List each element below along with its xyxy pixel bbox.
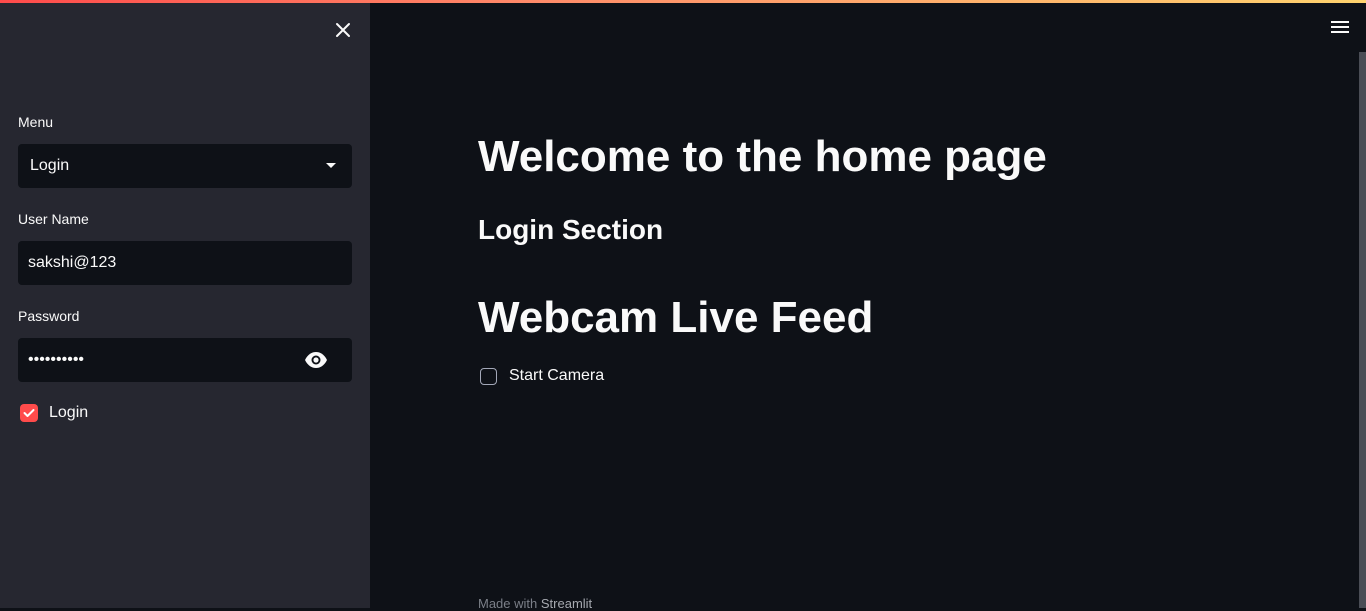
eye-icon <box>305 352 327 368</box>
menu-label: Menu <box>18 114 54 130</box>
scrollbar[interactable] <box>1359 52 1366 608</box>
username-input[interactable]: sakshi@123 <box>18 241 352 285</box>
password-label: Password <box>18 308 80 324</box>
login-section-heading: Login Section <box>478 214 664 245</box>
hamburger-menu-icon <box>1331 21 1349 33</box>
username-value: sakshi@123 <box>28 254 117 271</box>
menu-selected-value: Login <box>30 157 70 174</box>
top-decoration-bar <box>0 0 1366 3</box>
check-icon <box>23 409 35 417</box>
close-sidebar-button[interactable] <box>333 20 353 40</box>
footer-brand-link[interactable]: Streamlit <box>541 596 592 611</box>
login-checkbox-box[interactable] <box>20 404 38 422</box>
login-checkbox-label: Login <box>49 404 89 421</box>
webcam-heading: Webcam Live Feed <box>478 293 874 342</box>
close-icon <box>336 23 350 37</box>
password-value: •••••••••• <box>28 351 85 368</box>
chevron-down-icon <box>326 163 336 168</box>
page-title: Welcome to the home page <box>478 132 1047 181</box>
start-camera-checkbox-box[interactable] <box>480 367 497 385</box>
sidebar: Menu Login User Name sakshi@123 Password… <box>0 0 370 608</box>
password-input[interactable]: •••••••••• <box>18 338 352 382</box>
main-menu-button[interactable] <box>1331 21 1349 35</box>
show-password-button[interactable] <box>304 351 328 369</box>
start-camera-checkbox[interactable]: Start Camera <box>480 367 604 385</box>
menu-select[interactable]: Login <box>18 144 352 188</box>
username-label: User Name <box>18 211 89 227</box>
footer: Made with Streamlit <box>478 596 592 611</box>
start-camera-label: Start Camera <box>509 367 605 384</box>
login-checkbox[interactable]: Login <box>20 404 88 422</box>
footer-prefix: Made with <box>478 596 541 611</box>
